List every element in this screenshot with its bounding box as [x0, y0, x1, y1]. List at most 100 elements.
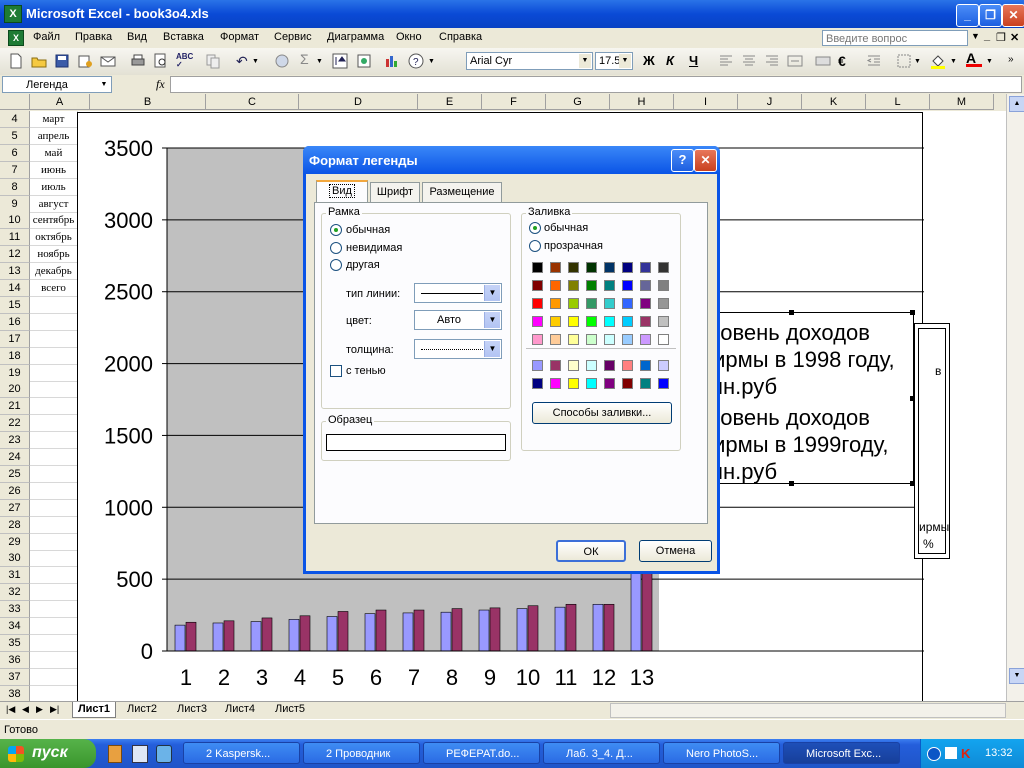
horizontal-scrollbar[interactable] — [610, 703, 1006, 718]
column-header[interactable]: J — [738, 94, 802, 110]
color-swatch[interactable] — [640, 262, 651, 273]
color-swatch[interactable] — [640, 298, 651, 309]
color-swatch[interactable] — [658, 360, 669, 371]
color-swatch[interactable] — [568, 360, 579, 371]
font-color-icon[interactable]: A — [966, 50, 982, 67]
color-swatch[interactable] — [622, 280, 633, 291]
toolbar-options-icon[interactable]: » — [1008, 54, 1024, 70]
column-header[interactable]: E — [418, 94, 482, 110]
hyperlink-icon[interactable] — [274, 53, 290, 69]
column-header[interactable]: M — [930, 94, 994, 110]
color-swatch[interactable] — [532, 280, 543, 291]
borders-dropdown-icon[interactable]: ▼ — [914, 58, 930, 74]
row-header[interactable]: 24 — [0, 449, 30, 466]
menu-view[interactable]: Вид — [127, 31, 147, 43]
cell-empty[interactable] — [30, 347, 78, 365]
sheet-tab-1[interactable]: Лист1 — [72, 702, 116, 718]
column-header[interactable]: K — [802, 94, 866, 110]
open-icon[interactable] — [31, 53, 47, 69]
maximize-button[interactable]: ❐ — [979, 4, 1002, 27]
row-header[interactable]: 7 — [0, 161, 30, 179]
new-icon[interactable] — [8, 53, 24, 69]
cell-month[interactable]: август — [30, 195, 78, 213]
column-header[interactable]: I — [674, 94, 738, 110]
cancel-button[interactable]: Отмена — [639, 540, 712, 562]
row-header[interactable]: 37 — [0, 668, 30, 686]
cell-month[interactable]: апрель — [30, 127, 78, 145]
cell-empty[interactable] — [30, 381, 78, 399]
copy-icon[interactable] — [205, 53, 221, 69]
color-swatch[interactable] — [604, 298, 615, 309]
cell-empty[interactable] — [30, 618, 78, 635]
color-swatch[interactable] — [622, 298, 633, 309]
row-header[interactable]: 10 — [0, 212, 30, 230]
color-swatch[interactable] — [658, 316, 669, 327]
dialog-close-button[interactable]: ✕ — [694, 149, 717, 172]
row-header[interactable]: 6 — [0, 144, 30, 162]
row-header[interactable]: 15 — [0, 296, 30, 314]
resize-handle[interactable] — [789, 310, 794, 315]
color-swatch[interactable] — [532, 378, 543, 389]
kaspersky-icon[interactable]: K — [961, 746, 970, 761]
color-swatch[interactable] — [640, 316, 651, 327]
color-swatch[interactable] — [640, 280, 651, 291]
task-word-lab[interactable]: Лаб. 3_4. Д... — [543, 742, 660, 764]
cell-empty[interactable] — [30, 449, 78, 466]
cell-empty[interactable] — [30, 330, 78, 348]
color-swatch[interactable] — [658, 334, 669, 345]
task-kaspersky[interactable]: 2 Kaspersk... — [183, 742, 300, 764]
formula-input[interactable] — [170, 76, 1022, 93]
task-nero[interactable]: Nero PhotoS... — [663, 742, 780, 764]
column-header[interactable]: D — [299, 94, 418, 110]
last-sheet-icon[interactable]: ▶| — [50, 704, 59, 715]
row-header[interactable]: 19 — [0, 364, 30, 382]
save-icon[interactable] — [54, 53, 70, 69]
row-header[interactable]: 14 — [0, 280, 30, 297]
prev-sheet-icon[interactable]: ◀ — [22, 704, 29, 715]
autosum-icon[interactable]: Σ — [300, 51, 316, 67]
color-swatch[interactable] — [532, 360, 543, 371]
scroll-up-icon[interactable]: ▲ — [1009, 96, 1024, 112]
color-swatch[interactable] — [586, 298, 597, 309]
fill-normal-radio[interactable] — [529, 222, 541, 234]
row-header[interactable]: 17 — [0, 330, 30, 348]
menu-help[interactable]: Справка — [439, 31, 482, 43]
row-header[interactable]: 36 — [0, 651, 30, 669]
cell-empty[interactable] — [30, 313, 78, 331]
row-header[interactable]: 4 — [0, 111, 30, 128]
line-type-dropdown-icon[interactable]: ▼ — [484, 285, 500, 301]
color-swatch[interactable] — [586, 316, 597, 327]
resize-handle[interactable] — [910, 481, 915, 486]
frame-custom-radio[interactable] — [330, 259, 342, 271]
row-header[interactable]: 33 — [0, 601, 30, 619]
cell-empty[interactable] — [30, 567, 78, 585]
cell-empty[interactable] — [30, 415, 78, 433]
align-right-icon[interactable] — [764, 53, 780, 69]
first-sheet-icon[interactable]: |◀ — [6, 704, 15, 715]
column-header[interactable]: L — [866, 94, 930, 110]
frame-normal-radio[interactable] — [330, 224, 342, 236]
color-swatch[interactable] — [604, 280, 615, 291]
cell-month[interactable]: октябрь — [30, 229, 78, 247]
row-header[interactable]: 18 — [0, 347, 30, 365]
color-swatch[interactable] — [604, 334, 615, 345]
column-header[interactable]: B — [90, 94, 206, 110]
thickness-select[interactable]: ▼ — [414, 339, 502, 359]
doc-restore-icon[interactable]: ❐ — [996, 31, 1006, 44]
color-swatch[interactable] — [568, 334, 579, 345]
line-color-dropdown-icon[interactable]: ▼ — [484, 312, 500, 328]
row-header[interactable]: 5 — [0, 127, 30, 145]
print-preview-icon[interactable] — [153, 53, 169, 69]
color-swatch[interactable] — [658, 262, 669, 273]
color-swatch[interactable] — [658, 298, 669, 309]
color-swatch[interactable] — [658, 280, 669, 291]
color-swatch[interactable] — [640, 360, 651, 371]
column-header[interactable]: A — [30, 94, 90, 110]
row-header[interactable]: 9 — [0, 195, 30, 213]
dialog-help-button[interactable]: ? — [671, 149, 694, 172]
cell-month[interactable]: декабрь — [30, 263, 78, 281]
fill-color-dropdown-icon[interactable]: ▼ — [950, 58, 966, 74]
menu-insert[interactable]: Вставка — [163, 31, 204, 43]
shadow-checkbox[interactable] — [330, 365, 342, 377]
font-name-select[interactable]: Arial Cyr ▼ — [466, 52, 593, 70]
